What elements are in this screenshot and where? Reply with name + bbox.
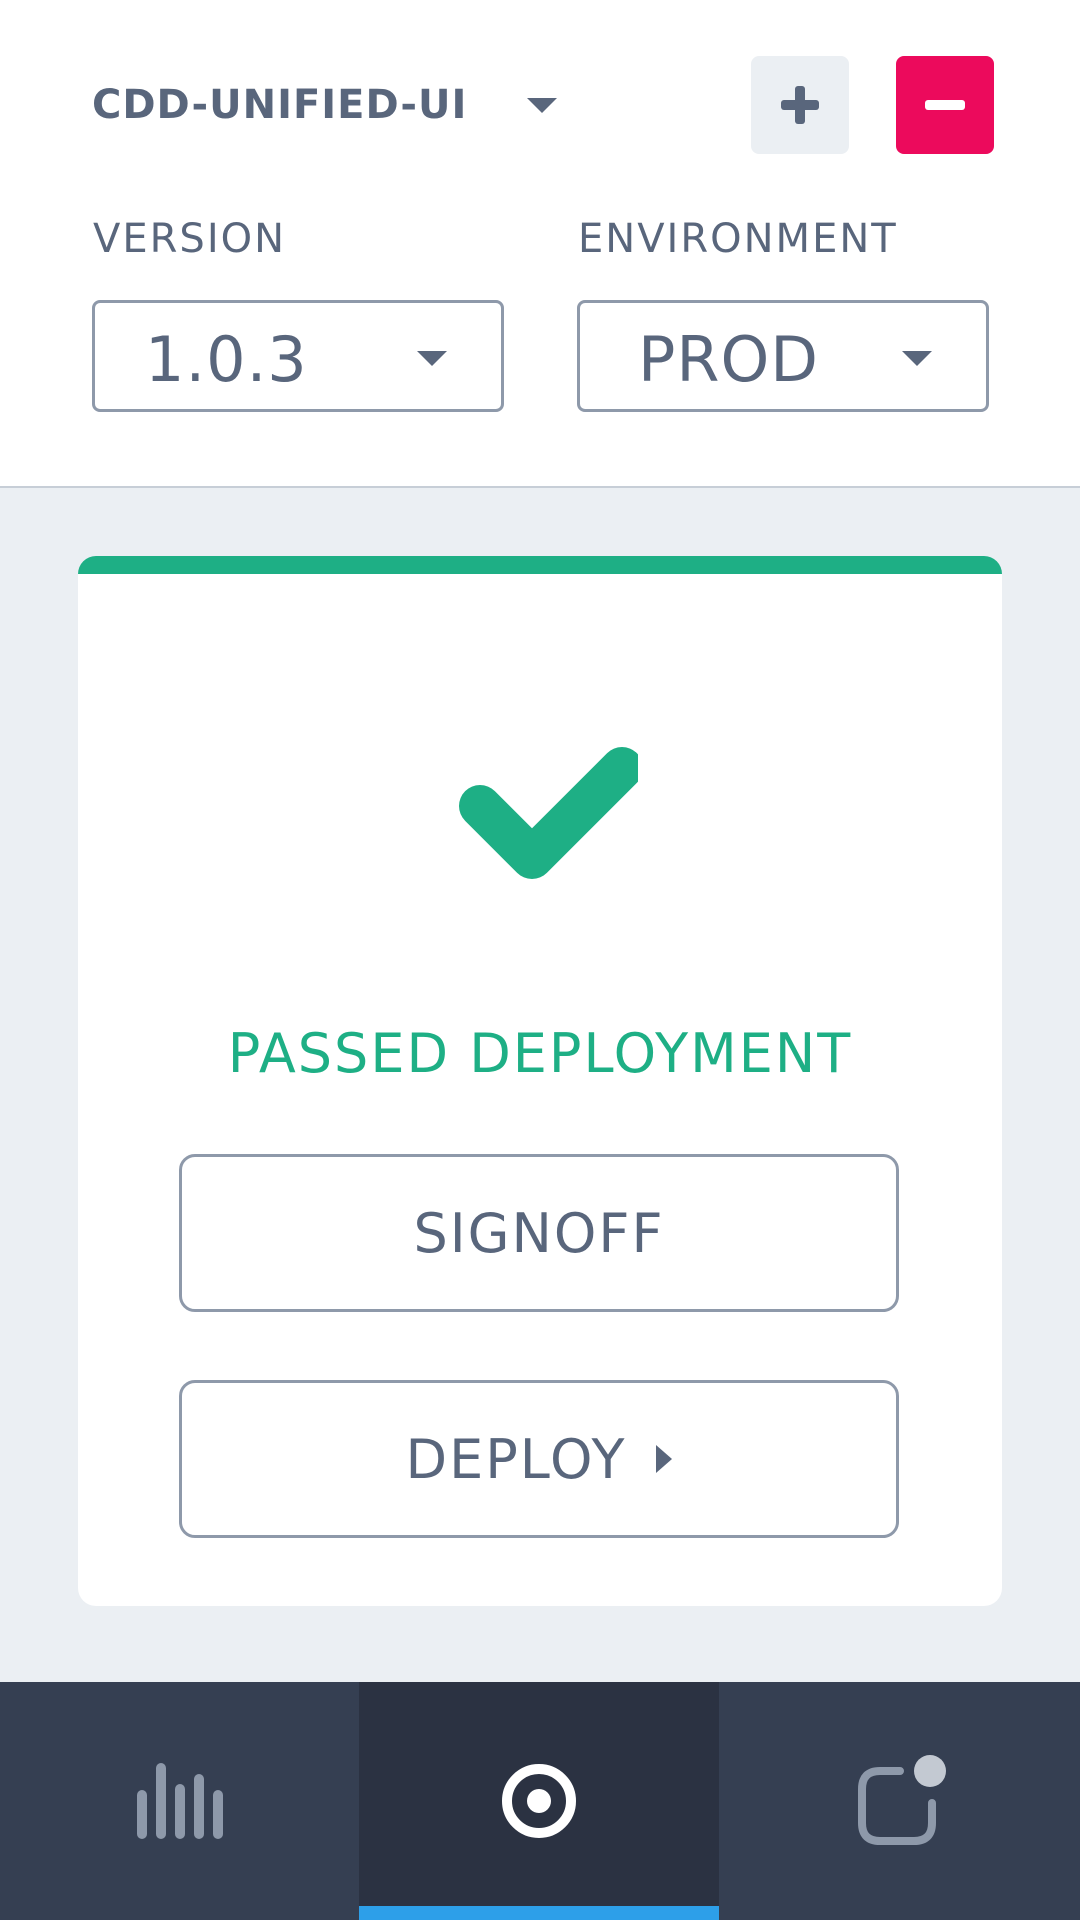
- add-button[interactable]: [751, 56, 849, 154]
- minus-icon: [925, 100, 965, 110]
- header: CDD-UNIFIED-UI VERSION ENVIRONMENT 1.0.3…: [0, 0, 1080, 488]
- chevron-down-icon: [527, 97, 558, 113]
- app-name: CDD-UNIFIED-UI: [92, 82, 468, 128]
- target-icon: [502, 1764, 576, 1838]
- deploy-button[interactable]: DEPLOY: [179, 1380, 899, 1538]
- chevron-right-icon: [656, 1445, 673, 1473]
- plus-icon: [781, 86, 819, 124]
- nav-tab-metrics[interactable]: [0, 1682, 359, 1920]
- signoff-label: SIGNOFF: [413, 1201, 665, 1265]
- deploy-label: DEPLOY: [405, 1427, 627, 1491]
- deployment-status-card: PASSED DEPLOYMENT SIGNOFF DEPLOY: [78, 556, 1002, 1606]
- version-label: VERSION: [93, 216, 287, 262]
- deployment-status-text: PASSED DEPLOYMENT: [227, 1022, 853, 1085]
- bar-chart-icon: [136, 1763, 223, 1839]
- environment-select[interactable]: PROD: [577, 300, 989, 412]
- app-selector[interactable]: CDD-UNIFIED-UI: [92, 78, 558, 132]
- bottom-nav: [0, 1682, 1080, 1920]
- active-tab-indicator: [359, 1906, 719, 1920]
- signoff-button[interactable]: SIGNOFF: [179, 1154, 899, 1312]
- checkmark-icon: [459, 747, 638, 879]
- remove-button[interactable]: [896, 56, 994, 154]
- version-select[interactable]: 1.0.3: [92, 300, 504, 412]
- nav-tab-notifications[interactable]: [719, 1682, 1080, 1920]
- nav-tab-deploy[interactable]: [359, 1682, 719, 1920]
- chevron-down-icon: [902, 351, 932, 366]
- environment-value: PROD: [638, 323, 820, 396]
- chevron-down-icon: [417, 351, 447, 366]
- environment-label: ENVIRONMENT: [578, 216, 898, 262]
- notification-icon: [857, 1755, 946, 1845]
- version-value: 1.0.3: [145, 323, 308, 396]
